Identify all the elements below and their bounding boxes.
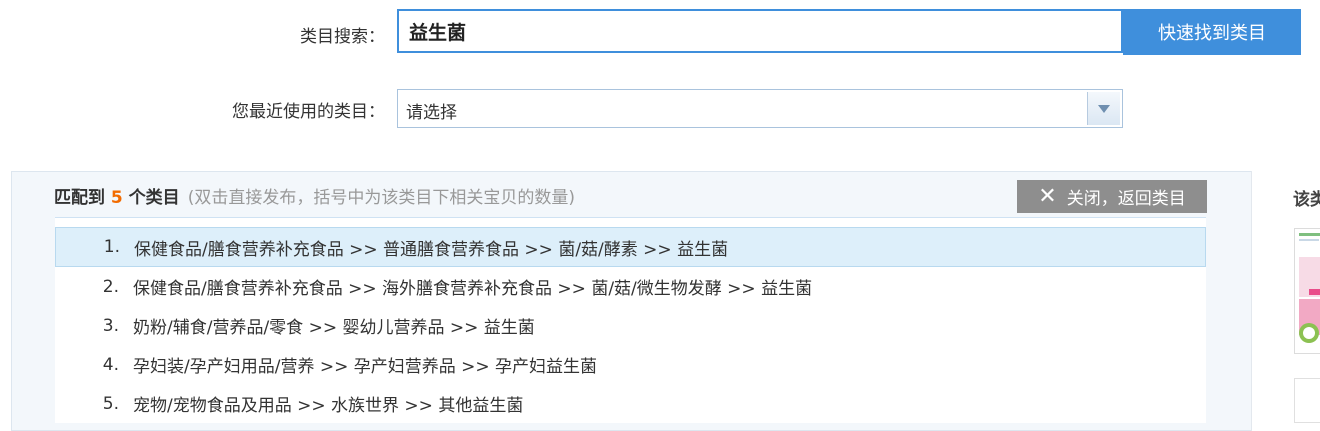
recent-category-select[interactable]: 请选择 [397, 89, 1123, 128]
list-item[interactable]: 5. 宠物/宠物食品及用品 >> 水族世界 >> 其他益生菌 [55, 384, 1206, 423]
category-search-field[interactable] [397, 9, 1123, 53]
match-suffix: 个类目 [128, 188, 180, 208]
close-icon: ✕ [1038, 183, 1057, 209]
category-search-input[interactable] [399, 11, 1121, 51]
recent-category-value: 请选择 [406, 103, 457, 123]
list-item-index: 2. [102, 276, 119, 297]
product-thumbnail[interactable] [1294, 228, 1320, 354]
list-item[interactable]: 3. 奶粉/辅食/营养品/零食 >> 婴幼儿营养品 >> 益生菌 [55, 306, 1206, 345]
category-match-list: 1. 保健食品/膳食营养补充食品 >> 普通膳食营养食品 >> 菌/菇/酵素 >… [55, 217, 1206, 423]
list-item[interactable]: 2. 保健食品/膳食营养补充食品 >> 海外膳食营养补充食品 >> 菌/菇/微生… [55, 267, 1206, 306]
list-item-path: 保健食品/膳食营养补充食品 >> 普通膳食营养食品 >> 菌/菇/酵素 >> 益… [134, 239, 729, 260]
chevron-down-icon[interactable] [1087, 92, 1120, 125]
list-item-path: 孕妇装/孕产妇用品/营养 >> 孕产妇营养品 >> 孕产妇益生菌 [133, 357, 598, 377]
close-return-label: 关闭，返回类目 [1066, 189, 1186, 209]
side-panel-title: 该类 [1293, 190, 1320, 210]
match-hint: (双击直接发布，括号中为该类目下相关宝贝的数量) [187, 188, 575, 208]
close-return-button[interactable]: ✕ 关闭，返回类目 [1017, 180, 1207, 213]
match-summary: 匹配到 5 个类目 (双击直接发布，括号中为该类目下相关宝贝的数量) [54, 183, 575, 208]
category-search-label: 类目搜索： [300, 27, 385, 47]
list-item-path: 宠物/宠物食品及用品 >> 水族世界 >> 其他益生菌 [133, 396, 524, 416]
match-count: 5 [110, 188, 123, 208]
list-item[interactable]: 1. 保健食品/膳食营养补充食品 >> 普通膳食营养食品 >> 菌/菇/酵素 >… [55, 227, 1206, 267]
product-thumbnail-2[interactable] [1294, 378, 1320, 423]
match-prefix: 匹配到 [54, 188, 105, 208]
list-item[interactable]: 4. 孕妇装/孕产妇用品/营养 >> 孕产妇营养品 >> 孕产妇益生菌 [55, 345, 1206, 384]
list-item-index: 3. [102, 315, 119, 336]
panel-divider [1251, 171, 1252, 431]
list-item-path: 奶粉/辅食/营养品/零食 >> 婴幼儿营养品 >> 益生菌 [133, 318, 535, 338]
list-item-index: 4. [102, 354, 119, 375]
list-item-index: 1. [103, 237, 120, 257]
find-category-button[interactable]: 快速找到类目 [1123, 9, 1301, 55]
list-item-index: 5. [102, 393, 119, 414]
recent-category-label: 您最近使用的类目： [232, 102, 385, 122]
list-item-path: 保健食品/膳食营养补充食品 >> 海外膳食营养补充食品 >> 菌/菇/微生物发酵… [133, 279, 813, 299]
